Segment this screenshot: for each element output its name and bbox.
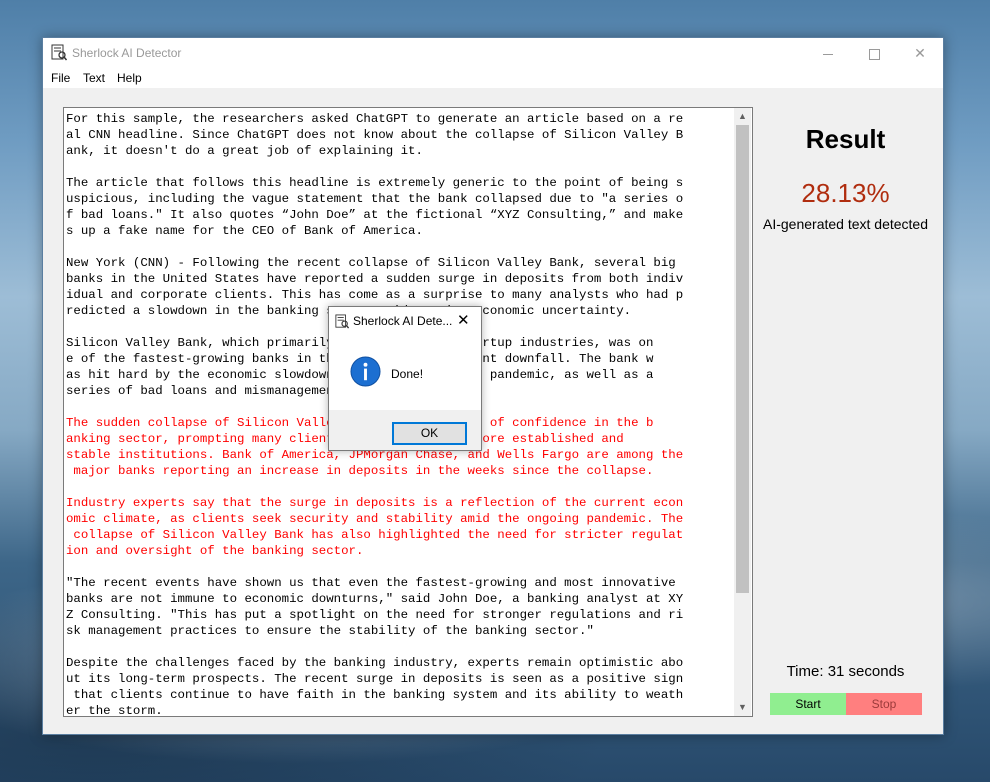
- text-line: The article that follows this headline i…: [66, 176, 684, 190]
- elapsed-time: Time: 31 seconds: [786, 663, 905, 680]
- dialog-body: Done!: [329, 335, 481, 410]
- menu-help[interactable]: Help: [117, 71, 142, 85]
- text-line: ion and oversight of the banking sector.: [66, 544, 364, 558]
- minimize-icon: [823, 53, 833, 55]
- scrollbar-thumb[interactable]: [736, 125, 749, 593]
- text-line: Industry experts say that the surge in d…: [66, 496, 684, 510]
- text-line: For this sample, the researchers asked C…: [66, 112, 684, 126]
- maximize-icon: [868, 48, 880, 60]
- text-line: [66, 639, 732, 655]
- text-line: collapse of Silicon Valley Bank has also…: [66, 528, 684, 542]
- text-line: ut its long-term prospects. The recent s…: [66, 672, 684, 686]
- title-bar: Sherlock AI Detector ✕: [43, 38, 943, 68]
- app-icon: [51, 44, 67, 61]
- text-line: banks in the United States have reported…: [66, 272, 684, 286]
- text-line: [66, 239, 732, 255]
- text-line: major banks reporting an increase in dep…: [66, 464, 654, 478]
- text-line: [66, 559, 732, 575]
- ok-button[interactable]: OK: [392, 422, 467, 445]
- stop-button[interactable]: Stop: [846, 693, 922, 715]
- text-line: sk management practices to ensure the st…: [66, 624, 594, 638]
- dialog-title: Sherlock AI Dete...: [353, 314, 453, 328]
- info-icon: [350, 356, 381, 387]
- window-title: Sherlock AI Detector: [72, 46, 182, 60]
- text-line: s up a fake name for the CEO of Bank of …: [66, 224, 423, 238]
- menu-file[interactable]: File: [51, 71, 70, 85]
- done-dialog: Sherlock AI Dete... ✕ Done! OK: [328, 306, 482, 451]
- text-line: Z Consulting. "This has put a spotlight …: [66, 608, 684, 622]
- app-window: Sherlock AI Detector ✕ File Text Help Fo…: [42, 37, 944, 735]
- text-line: f bad loans." It also quotes “John Doe” …: [66, 208, 684, 222]
- text-line: [66, 159, 732, 175]
- text-line: omic climate, as clients seek security a…: [66, 512, 684, 526]
- text-line: uspicious, including the vague statement…: [66, 192, 684, 206]
- menu-text[interactable]: Text: [83, 71, 105, 85]
- text-line: Despite the challenges faced by the bank…: [66, 656, 684, 670]
- dialog-close-icon[interactable]: ✕: [457, 311, 470, 329]
- text-line: that clients continue to have faith in t…: [66, 688, 684, 702]
- menu-bar: File Text Help: [43, 68, 943, 88]
- scroll-down-icon[interactable]: ▼: [734, 699, 751, 716]
- close-icon: ✕: [914, 45, 926, 61]
- text-line: idual and corporate clients. This has co…: [66, 288, 684, 302]
- start-button[interactable]: Start: [770, 693, 846, 715]
- maximize-button[interactable]: [851, 38, 897, 68]
- vertical-scrollbar[interactable]: ▲ ▼: [734, 108, 751, 716]
- text-line: [66, 479, 732, 495]
- result-description: AI-generated text detected: [763, 216, 928, 232]
- text-line: er the storm.: [66, 704, 163, 717]
- text-line: "The recent events have shown us that ev…: [66, 576, 676, 590]
- app-icon: [335, 314, 349, 329]
- text-line: New York (CNN) - Following the recent co…: [66, 256, 676, 270]
- text-line: ank, it doesn't do a great job of explai…: [66, 144, 423, 158]
- minimize-button[interactable]: [805, 38, 851, 68]
- text-line: al CNN headline. Since ChatGPT does not …: [66, 128, 684, 142]
- result-heading: Result: [805, 124, 886, 154]
- text-line: banks are not immune to economic downtur…: [66, 592, 684, 606]
- dialog-message: Done!: [391, 367, 424, 381]
- dialog-title-bar: Sherlock AI Dete... ✕: [329, 307, 481, 335]
- close-button[interactable]: ✕: [897, 38, 943, 68]
- scroll-up-icon[interactable]: ▲: [734, 108, 751, 125]
- result-percentage: 28.13%: [801, 178, 890, 208]
